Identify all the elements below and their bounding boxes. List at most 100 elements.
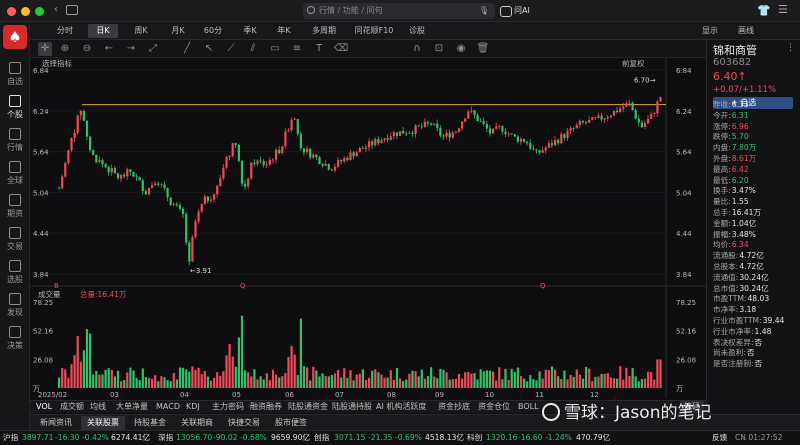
x-tick-label: 11 <box>535 391 544 398</box>
tab-period-9[interactable]: 诊股 <box>402 24 432 38</box>
candle-body <box>526 141 529 144</box>
sidebar-item-0[interactable]: 自选 <box>0 62 30 87</box>
bottom-tab-3[interactable]: 关联期商 <box>175 416 219 430</box>
delete-drawing-icon[interactable]: 🗑 <box>476 42 490 56</box>
restoration-label[interactable]: 前复权 <box>622 58 645 68</box>
tab-period-8[interactable]: 同花顺F10 <box>352 24 396 38</box>
tab-period-0[interactable]: 分时 <box>50 24 80 38</box>
bottom-tab-2[interactable]: 持股基金 <box>128 416 172 430</box>
volume-bar <box>206 376 209 388</box>
move-left-icon[interactable]: ← <box>102 42 116 56</box>
eye-icon[interactable]: ◉ <box>454 42 468 56</box>
text-tool-icon[interactable]: T <box>312 42 326 56</box>
fibonacci-icon[interactable]: ≡ <box>290 42 304 56</box>
feedback-link[interactable]: 反馈 <box>712 431 727 445</box>
lock-icon[interactable]: ⊡ <box>432 42 446 56</box>
crosshair-icon[interactable]: ✛ <box>38 42 52 56</box>
minimize-window-icon[interactable] <box>21 7 30 16</box>
tab-period-5[interactable]: 季K <box>236 24 264 38</box>
tab-period-4[interactable]: 60分 <box>198 24 228 38</box>
indicator-tab-4[interactable]: MACD <box>156 401 180 413</box>
sidebar-item-2[interactable]: 行情 <box>0 128 30 153</box>
rect-icon[interactable]: ▭ <box>268 42 282 56</box>
indicator-tab-13[interactable]: BOLL <box>518 401 539 413</box>
maximize-window-icon[interactable] <box>35 7 44 16</box>
indicator-tab-1[interactable]: 成交额 <box>60 401 84 413</box>
more-icon[interactable]: ⋮ <box>786 43 795 53</box>
indicator-tab-5[interactable]: KDJ <box>186 401 200 413</box>
magnet-icon[interactable]: ∩ <box>410 42 424 56</box>
volume-bar <box>82 350 85 388</box>
microphone-icon[interactable]: 🎙 <box>479 3 489 19</box>
sz-label[interactable]: 深指 <box>158 431 173 445</box>
quote-row: 总手:16.41万 <box>713 208 799 218</box>
volume-bar <box>144 377 147 388</box>
indicator-tab-8[interactable]: 陆股通资金 <box>288 401 328 413</box>
kline-chart[interactable]: 选择指标 前复权 成交量 总量:16.41万 6.84 6.84 6.24 6.24 5.64 5… <box>30 58 706 399</box>
indicator-tab-6[interactable]: 主力密码 <box>212 401 244 413</box>
sz-change: -90.02 <box>213 433 238 442</box>
ask-ai-button[interactable]: 问AI <box>500 3 530 19</box>
sidebar-item-8[interactable]: 决策 <box>0 326 30 351</box>
tab-period-6[interactable]: 年K <box>270 24 298 38</box>
indicator-tab-10[interactable]: AI 机构活跃度 <box>376 401 426 413</box>
indicator-tab-0[interactable]: VOL <box>36 401 52 413</box>
channel-icon[interactable]: ⫽ <box>246 42 260 56</box>
tab-period-2[interactable]: 周K <box>126 24 156 38</box>
sidebar-item-7[interactable]: 发现 <box>0 293 30 318</box>
candle-body <box>368 141 371 148</box>
candle-body <box>501 126 504 132</box>
search-input[interactable]: 行情 / 功能 / 问句 🎙 <box>303 3 495 19</box>
draw-line-icon[interactable]: ╱ <box>180 42 194 56</box>
sidebar-item-1[interactable]: 个股 <box>0 95 30 120</box>
candle-body <box>343 158 346 162</box>
candle-body <box>510 133 513 135</box>
candle-body <box>532 148 535 150</box>
menu-icon[interactable]: ☰ <box>778 3 788 16</box>
tab-right-0[interactable]: 显示 <box>694 24 726 38</box>
x-tick-label: 09 <box>435 391 444 398</box>
indicator-tab-3[interactable]: 大单净量 <box>116 401 148 413</box>
sidebar-item-3[interactable]: 全球 <box>0 161 30 186</box>
tab-right-1[interactable]: 画线 <box>730 24 762 38</box>
volume-tick-right: 万 <box>676 385 683 393</box>
volume-bar <box>237 337 240 388</box>
volume-bar <box>352 380 355 388</box>
sidebar-item-6[interactable]: 选股 <box>0 260 30 285</box>
back-icon[interactable]: ‹ <box>54 4 58 15</box>
tab-period-7[interactable]: 多周期 <box>304 24 344 38</box>
tshirt-icon[interactable]: 👕 <box>757 4 771 17</box>
ray-icon[interactable]: ⟋ <box>224 42 238 56</box>
sidebar-item-5[interactable]: 交易 <box>0 227 30 252</box>
indicator-tab-11[interactable]: 资金抄底 <box>438 401 470 413</box>
eraser-icon[interactable]: ⌫ <box>334 42 348 56</box>
indicator-tab-12[interactable]: 资金仓位 <box>478 401 510 413</box>
pointer-icon[interactable]: ↖ <box>202 42 216 56</box>
expand-icon[interactable]: ⤢ <box>146 42 160 56</box>
bottom-tab-0[interactable]: 新闻资讯 <box>34 416 78 430</box>
indicator-tab-9[interactable]: 陆股通持股 <box>332 401 372 413</box>
bottom-tab-5[interactable]: 股市便签 <box>269 416 313 430</box>
bottom-tab-1[interactable]: 关联股票 <box>81 416 125 430</box>
indicator-tab-2[interactable]: 均线 <box>90 401 106 413</box>
mail-icon[interactable] <box>66 5 78 15</box>
chart-svg[interactable]: 选择指标 前复权成交量 总量:16.41万6.84 6.846.24 6.245.64 5… <box>30 58 706 399</box>
tab-period-1[interactable]: 日K <box>88 24 118 38</box>
bottom-tab-4[interactable]: 快捷交易 <box>222 416 266 430</box>
move-right-icon[interactable]: → <box>124 42 138 56</box>
hu-label[interactable]: 沪指 <box>3 431 18 445</box>
volume-bar <box>200 374 203 388</box>
cy-label[interactable]: 创指 <box>314 431 329 445</box>
candle-body <box>541 150 544 153</box>
quote-key: 市净率: <box>713 305 739 315</box>
tab-period-3[interactable]: 月K <box>164 24 192 38</box>
volume-bar <box>188 371 191 388</box>
volume-bar <box>116 370 120 388</box>
sidebar-item-4[interactable]: 期资 <box>0 194 30 219</box>
zoom-in-icon[interactable]: ⊕ <box>58 42 72 56</box>
app-logo: ♠ <box>3 25 27 49</box>
zoom-out-icon[interactable]: ⊖ <box>80 42 94 56</box>
indicator-tab-7[interactable]: 融资融券 <box>250 401 282 413</box>
close-window-icon[interactable] <box>7 7 16 16</box>
kc-label[interactable]: 科创 <box>467 431 482 445</box>
